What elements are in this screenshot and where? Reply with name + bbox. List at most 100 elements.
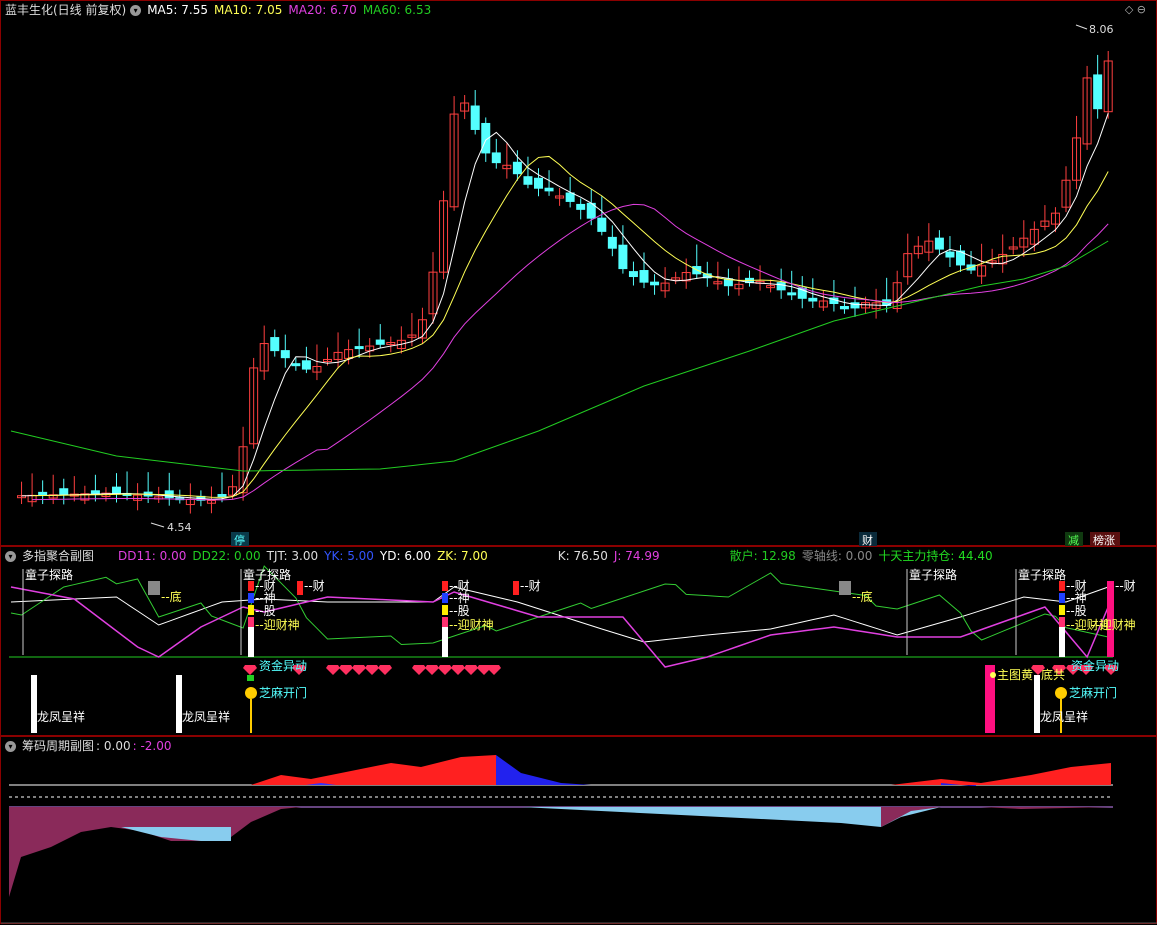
longfeng-label: 龙凤呈祥 [182, 710, 230, 724]
candle-body [618, 244, 628, 270]
di-block [839, 581, 851, 595]
ma60-line [10, 240, 1109, 472]
dd11-label: DD11: 0.00 [118, 549, 187, 563]
main-holding-label: 十天主力持仓: 44.40 [878, 549, 993, 563]
longfeng-bar [1034, 675, 1040, 733]
tongzi-label: 童子探路 [909, 567, 957, 582]
candle-body [301, 360, 311, 370]
ma5-line [21, 112, 1109, 500]
ycs-block [248, 617, 254, 627]
money-bag-icon [1055, 687, 1067, 699]
chip-cycle-panel[interactable]: ▾ 筹码周期副图: 0.00: -2.00 [0, 736, 1157, 924]
sub2-title: 筹码周期副图 [22, 739, 95, 753]
candle-body [597, 217, 607, 232]
sub1-title: 多指聚合副图 [22, 549, 95, 563]
candlestick-chart[interactable]: 8.064.54停财减榜涨 [1, 1, 1157, 547]
yd-label: YD: 6.00 [379, 549, 432, 563]
candle-body [354, 346, 364, 350]
ma10-line [32, 155, 1109, 498]
candle-body [523, 176, 533, 185]
candle-body [112, 486, 121, 494]
tag-bang: 榜涨 [1093, 533, 1115, 547]
longfeng-label: 龙凤呈祥 [37, 710, 85, 724]
sub2-value-1: : 0.00 [96, 739, 131, 753]
chip-cycle-chart[interactable] [1, 737, 1157, 925]
di-label: --底 [161, 589, 182, 604]
gem-icon [339, 665, 353, 675]
gem-icon [438, 665, 452, 675]
red-area [251, 755, 496, 785]
stock-title: 蓝丰生化(日线 前复权) [5, 3, 127, 17]
shen-label: --神 [255, 591, 276, 605]
tag-ting: 停 [234, 533, 245, 547]
gem-icon [243, 665, 257, 675]
cai-block [1059, 581, 1065, 591]
dd22-label: DD22: 0.00 [192, 549, 261, 563]
candle-body [470, 105, 480, 130]
candle-body [544, 187, 554, 192]
gem-icon [378, 665, 392, 675]
cai-block [248, 581, 254, 591]
gem-icon [365, 665, 379, 675]
k-label: K: 76.50 [557, 549, 608, 563]
candle-body [839, 306, 849, 310]
cai-block [442, 581, 448, 591]
yingcaishen-label: --迎财神 [255, 618, 300, 632]
candle-body [38, 491, 48, 496]
money-bag-icon [245, 687, 257, 699]
candle-body [59, 488, 69, 495]
white-block [1059, 627, 1065, 657]
candle-body [808, 297, 818, 302]
j-label: J: 74.99 [613, 549, 660, 563]
yk-label: YK: 5.00 [324, 549, 374, 563]
di-block [148, 581, 160, 595]
gem-icon [326, 665, 340, 675]
zijin-label: 资金异动 [259, 658, 307, 673]
chevron-down-icon[interactable]: ▾ [5, 551, 16, 562]
ma5-label: MA5: 7.55 [147, 3, 208, 17]
longfeng-bar [176, 675, 182, 733]
chip-area-blue [521, 807, 941, 827]
chevron-down-icon[interactable]: ▾ [5, 741, 16, 752]
candle-body [270, 337, 280, 352]
panel-controls-icon[interactable]: ◇ ⊖ [1125, 3, 1146, 16]
sub2-value-2: : -2.00 [132, 739, 172, 753]
low-pointer [150, 522, 165, 528]
zhutu-label: 主图黄 [997, 668, 1033, 682]
indicator-chart[interactable]: 童子探路 童子探路 童子探路 童子探路--底 --底--财--神--股--迎财神--财-… [1, 547, 1157, 737]
longfeng-bar [31, 675, 37, 733]
main-header: 蓝丰生化(日线 前复权) ▾ MA5: 7.55 MA10: 7.05 MA20: 6.… [5, 2, 437, 18]
chevron-down-icon[interactable]: ▾ [130, 5, 142, 16]
candle-body [1093, 74, 1103, 110]
gem-icon [451, 665, 465, 675]
shen-label: --神 [1066, 591, 1087, 605]
ma20-line [32, 203, 1109, 501]
high-price-label: 8.06 [1089, 23, 1114, 36]
main-chart-panel[interactable]: 8.06 4.54 停财减榜涨 蓝丰生化(日线 前复权) ▾ MA5: 7.55 MA10… [0, 0, 1157, 547]
zhima-label: 芝麻开门 [1069, 685, 1117, 700]
gem-icon [425, 665, 439, 675]
gu-block [442, 605, 448, 615]
cai-label: --财 [520, 579, 541, 593]
longfeng-label: 龙凤呈祥 [1040, 710, 1088, 724]
sub2-header: ▾ 筹码周期副图: 0.00: -2.00 [5, 738, 178, 754]
green-marker [247, 675, 254, 681]
chip-area-maroon [9, 807, 301, 897]
shen-block [442, 593, 448, 603]
gu-label: --股 [255, 604, 276, 618]
di-label: --底 [852, 589, 873, 604]
ma60-label: MA60: 6.53 [362, 3, 432, 17]
tag-cai: 财 [862, 533, 873, 547]
cai-label: --财 [1115, 579, 1136, 593]
candle-body [291, 363, 301, 367]
white-block [248, 627, 254, 657]
yingcaishen-label: --迎财神 [1091, 618, 1136, 632]
blue-area [496, 755, 591, 785]
multi-indicator-panel[interactable]: 童子探路 童子探路 童子探路 童子探路 --底 --底 --财 --神 --股 --迎财神 --财 -… [0, 546, 1157, 736]
white-block [442, 627, 448, 657]
shen-label: --神 [449, 591, 470, 605]
high-pointer [1075, 24, 1088, 30]
candle-body [534, 177, 543, 189]
candle-body [776, 282, 786, 291]
zijin-label: 资金异动 [1071, 658, 1119, 673]
